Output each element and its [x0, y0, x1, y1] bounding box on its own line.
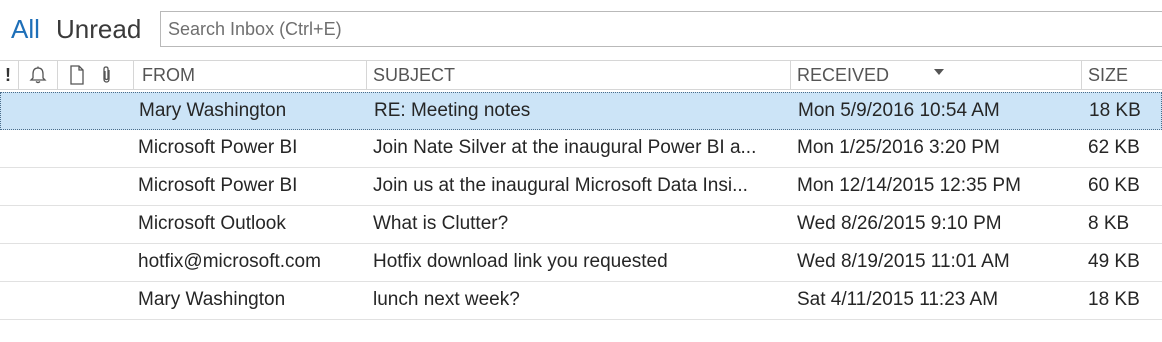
message-size: 60 KB: [1088, 175, 1140, 196]
document-icon[interactable]: [66, 61, 88, 89]
message-subject: Hotfix download link you requested: [373, 251, 668, 272]
message-row[interactable]: Mary Washington RE: Meeting notes Mon 5/…: [0, 92, 1162, 130]
message-subject: Join us at the inaugural Microsoft Data …: [373, 175, 748, 196]
column-divider: [366, 61, 367, 89]
message-row[interactable]: Microsoft Outlook What is Clutter? Wed 8…: [0, 206, 1162, 244]
message-from: Microsoft Outlook: [138, 213, 286, 234]
filter-unread-tab[interactable]: Unread: [56, 14, 141, 45]
message-row[interactable]: Mary Washington lunch next week? Sat 4/1…: [0, 282, 1162, 320]
message-received: Wed 8/19/2015 11:01 AM: [797, 251, 1010, 272]
column-divider: [133, 61, 134, 89]
message-subject: Join Nate Silver at the inaugural Power …: [373, 137, 757, 158]
filter-all-tab[interactable]: All: [11, 14, 40, 45]
message-size: 49 KB: [1088, 251, 1140, 272]
message-from: Microsoft Power BI: [138, 175, 298, 196]
message-size: 8 KB: [1088, 213, 1130, 234]
subject-column-header[interactable]: SUBJECT: [373, 61, 455, 89]
received-column-header[interactable]: RECEIVED: [797, 61, 889, 89]
message-subject: What is Clutter?: [373, 213, 509, 234]
message-row[interactable]: Microsoft Power BI Join us at the inaugu…: [0, 168, 1162, 206]
message-from: Mary Washington: [138, 289, 286, 310]
importance-column-header[interactable]: !: [5, 61, 11, 89]
message-size: 62 KB: [1088, 137, 1140, 158]
message-size: 18 KB: [1088, 289, 1140, 310]
message-from: Mary Washington: [139, 100, 287, 121]
column-divider: [790, 61, 791, 89]
from-column-header[interactable]: FROM: [142, 61, 195, 89]
column-header-row: ! FROM SUBJECT RECEIVED SIZE: [0, 60, 1162, 90]
message-from: Microsoft Power BI: [138, 137, 298, 158]
message-size: 18 KB: [1089, 100, 1141, 121]
message-received: Sat 4/11/2015 11:23 AM: [797, 289, 999, 310]
message-received: Wed 8/26/2015 9:10 PM: [797, 213, 1002, 234]
message-received: Mon 5/9/2016 10:54 AM: [798, 100, 1000, 121]
sort-descending-icon: [934, 69, 944, 75]
paperclip-icon[interactable]: [96, 61, 118, 89]
message-row[interactable]: Microsoft Power BI Join Nate Silver at t…: [0, 130, 1162, 168]
column-divider: [57, 61, 58, 89]
size-column-header[interactable]: SIZE: [1088, 61, 1128, 89]
message-from: hotfix@microsoft.com: [138, 251, 321, 272]
message-received: Mon 12/14/2015 12:35 PM: [797, 175, 1021, 196]
column-divider: [1081, 61, 1082, 89]
search-input[interactable]: [160, 11, 1162, 47]
bell-icon[interactable]: [27, 61, 49, 89]
message-subject: lunch next week?: [373, 289, 520, 310]
message-row[interactable]: hotfix@microsoft.com Hotfix download lin…: [0, 244, 1162, 282]
message-received: Mon 1/25/2016 3:20 PM: [797, 137, 1000, 158]
column-divider: [18, 61, 19, 89]
inbox-toolbar: All Unread: [0, 0, 1162, 60]
message-subject: RE: Meeting notes: [374, 100, 531, 121]
